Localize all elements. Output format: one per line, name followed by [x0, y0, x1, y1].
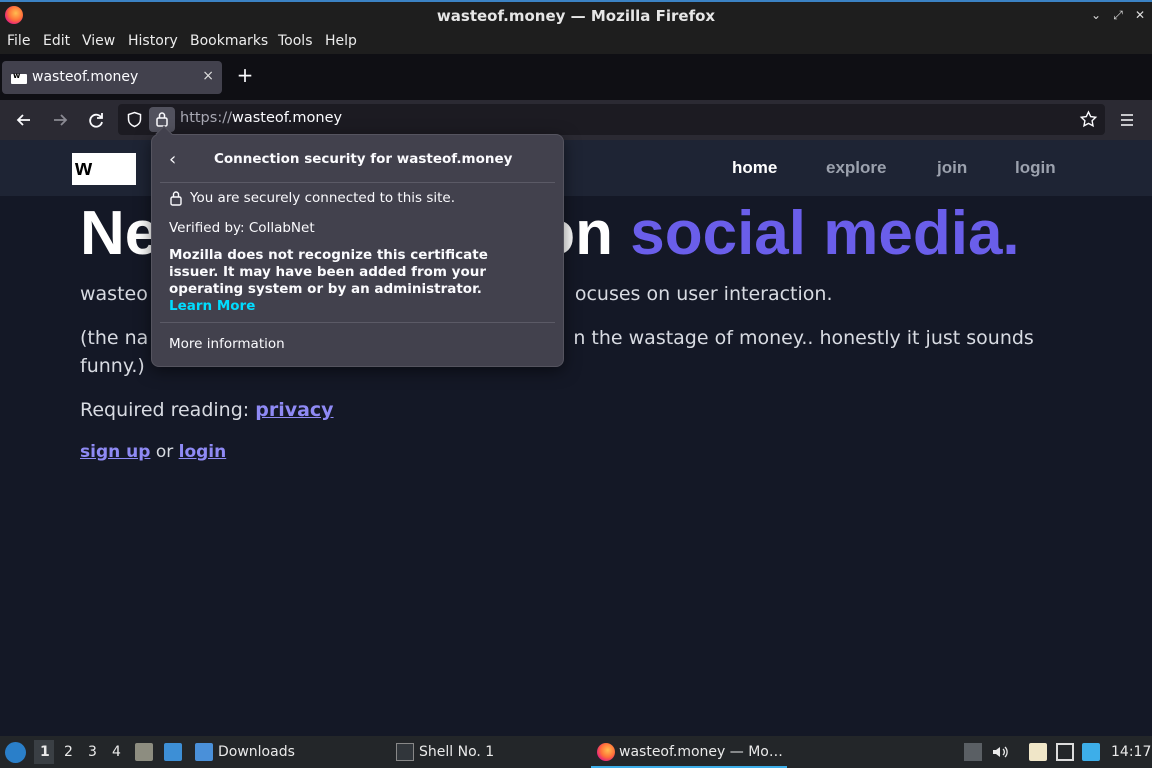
- paren-end: n the wastage of money.. honestly it jus…: [573, 327, 1034, 349]
- desc-end: ocuses on user interaction.: [574, 283, 833, 305]
- task-downloads[interactable]: Downloads: [218, 744, 295, 760]
- bookmark-star-icon[interactable]: [1079, 110, 1098, 129]
- desc-start: wasteo: [80, 283, 148, 305]
- auth-links: sign up or login: [80, 442, 226, 462]
- maximize-icon[interactable]: ⤢: [1110, 7, 1126, 23]
- network-icon[interactable]: [1056, 743, 1074, 761]
- volume-icon[interactable]: [991, 743, 1009, 761]
- close-window-icon[interactable]: ✕: [1132, 7, 1148, 23]
- task-firefox-label: wasteof.money — Mo…: [619, 744, 783, 760]
- url-scheme: https://: [180, 110, 232, 126]
- menu-history[interactable]: History: [128, 33, 178, 49]
- desktop-3[interactable]: 3: [88, 744, 97, 760]
- or-text: or: [150, 442, 179, 462]
- site-nav-join[interactable]: join: [937, 158, 967, 178]
- show-desktop-icon[interactable]: [164, 743, 182, 761]
- terminal-icon: [396, 743, 414, 761]
- clock[interactable]: 14:17: [1111, 744, 1151, 760]
- menu-help[interactable]: Help: [325, 33, 357, 49]
- panel-title: Connection security for wasteof.money: [214, 151, 513, 167]
- new-tab-button[interactable]: +: [234, 64, 256, 88]
- site-name-note-line2: funny.): [80, 355, 145, 377]
- start-menu-icon[interactable]: [5, 742, 26, 763]
- clipboard-icon[interactable]: [1029, 743, 1047, 761]
- desktop-4[interactable]: 4: [112, 744, 121, 760]
- task-firefox[interactable]: wasteof.money — Mo…: [591, 736, 787, 768]
- forward-arrow-icon[interactable]: [46, 106, 74, 134]
- tab-close-button[interactable]: ×: [202, 68, 214, 84]
- menu-bookmarks[interactable]: Bookmarks: [190, 33, 268, 49]
- privacy-link[interactable]: privacy: [255, 399, 333, 421]
- login-link[interactable]: login: [179, 442, 227, 462]
- connection-security-panel: ‹ Connection security for wasteof.money …: [151, 125, 564, 367]
- verified-by-text: Verified by: CollabNet: [169, 220, 315, 236]
- desktop-1[interactable]: 1: [40, 744, 50, 760]
- paren-start: (the na: [80, 327, 149, 349]
- required-reading: Required reading: privacy: [80, 399, 334, 421]
- certificate-warning: Mozilla does not recognize this certific…: [169, 247, 509, 315]
- lock-icon: [156, 112, 168, 127]
- more-information-button[interactable]: More information: [169, 336, 285, 352]
- menu-tools[interactable]: Tools: [278, 33, 313, 49]
- tab-strip: wasteof.money × +: [0, 54, 1152, 100]
- taskbar: 1 2 3 4 Downloads Shell No. 1 wasteof.mo…: [0, 736, 1152, 768]
- minimize-icon[interactable]: ⌄: [1088, 7, 1104, 23]
- tab-wasteof-money[interactable]: wasteof.money ×: [2, 61, 222, 94]
- notifications-icon[interactable]: [1082, 743, 1100, 761]
- firefox-task-icon: [597, 743, 615, 761]
- site-logo[interactable]: w: [72, 153, 136, 185]
- task-shell[interactable]: Shell No. 1: [419, 744, 494, 760]
- secure-connection-text: You are securely connected to this site.: [190, 190, 456, 206]
- window-titlebar: wasteof.money — Mozilla Firefox ⌄ ⤢ ✕: [0, 0, 1152, 30]
- site-nav-home[interactable]: home: [732, 158, 777, 178]
- hero-accent: social media.: [630, 199, 1020, 268]
- app-menu-hamburger-icon[interactable]: [1118, 111, 1136, 129]
- menubar: File Edit View History Bookmarks Tools H…: [0, 30, 1152, 54]
- url-text[interactable]: https://wasteof.money: [180, 110, 342, 126]
- folder-icon: [195, 743, 213, 761]
- tracking-shield-icon[interactable]: [126, 111, 143, 128]
- desktop-2[interactable]: 2: [64, 744, 73, 760]
- panel-separator: [160, 182, 555, 183]
- site-nav-login[interactable]: login: [1015, 158, 1056, 178]
- tab-label: wasteof.money: [32, 69, 139, 85]
- learn-more-link[interactable]: Learn More: [169, 298, 255, 314]
- certificate-warning-text: Mozilla does not recognize this certific…: [169, 247, 488, 297]
- secure-lock-icon: [170, 191, 182, 206]
- panel-back-button[interactable]: ‹: [169, 149, 176, 170]
- site-logo-text: w: [75, 155, 93, 180]
- menu-edit[interactable]: Edit: [43, 33, 70, 49]
- url-host: wasteof.money: [231, 110, 343, 126]
- back-arrow-icon[interactable]: [10, 106, 38, 134]
- site-nav-explore[interactable]: explore: [826, 158, 886, 178]
- reload-icon[interactable]: [82, 106, 110, 134]
- menu-view[interactable]: View: [82, 33, 115, 49]
- hero-start: Ne: [80, 199, 160, 268]
- sign-up-link[interactable]: sign up: [80, 442, 150, 462]
- tray-expand-icon[interactable]: [964, 743, 982, 761]
- site-favicon-icon: [11, 71, 27, 84]
- url-bar[interactable]: https://wasteof.money: [118, 104, 1105, 135]
- panel-separator: [160, 322, 555, 323]
- file-manager-icon[interactable]: [135, 743, 153, 761]
- required-prefix: Required reading:: [80, 399, 256, 421]
- window-title: wasteof.money — Mozilla Firefox: [436, 7, 716, 25]
- menu-file[interactable]: File: [7, 33, 30, 49]
